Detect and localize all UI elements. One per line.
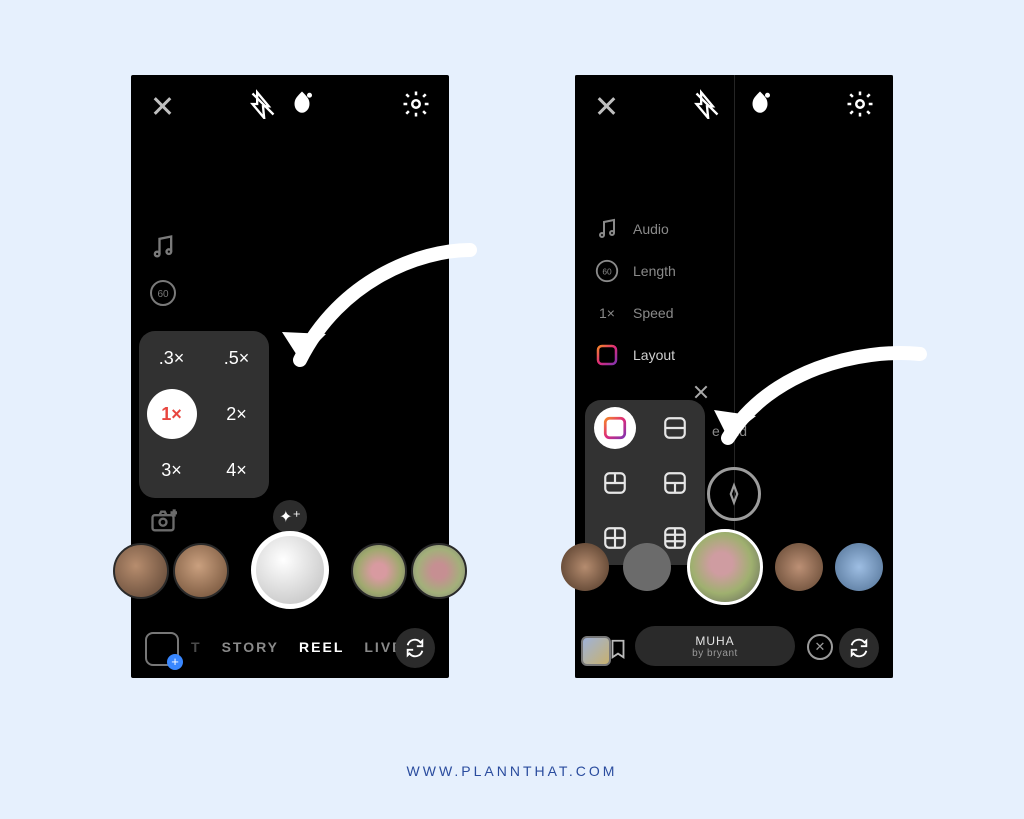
tool-label: Length: [633, 263, 676, 279]
tool-change-grid[interactable]: e grid: [712, 423, 747, 439]
settings-gear-icon[interactable]: [401, 89, 431, 119]
bookmark-icon[interactable]: [607, 638, 629, 660]
phone-speed-screenshot: 60 .3× .5× 1× 2× 3× 4× + ✦⁺ T STORY REEL…: [131, 75, 449, 678]
top-bar: [575, 75, 893, 135]
shutter-button[interactable]: [251, 531, 329, 609]
settings-gear-icon[interactable]: [845, 89, 875, 119]
speed-icon: 1×: [593, 299, 621, 327]
speed-option-4x[interactable]: 4×: [212, 445, 262, 495]
effect-thumb[interactable]: [623, 543, 671, 591]
tool-label: Audio: [633, 221, 669, 237]
speed-option-0.5x[interactable]: .5×: [212, 334, 262, 384]
effect-thumb[interactable]: [113, 543, 169, 599]
close-panel-icon[interactable]: [691, 382, 711, 402]
tool-layout[interactable]: Layout: [593, 341, 675, 369]
close-icon[interactable]: [149, 93, 175, 119]
tool-label: Layout: [633, 347, 675, 363]
effects-sparkle-button[interactable]: ✦⁺: [273, 500, 307, 534]
speed-option-0.3x[interactable]: .3×: [147, 334, 197, 384]
close-icon[interactable]: [593, 93, 619, 119]
svg-text:+: +: [171, 507, 177, 519]
effect-thumb-selected[interactable]: [687, 529, 763, 605]
effects-icon[interactable]: [745, 89, 775, 119]
length-icon[interactable]: 60: [149, 279, 177, 312]
effect-name: MUHA: [695, 634, 734, 648]
camera-switch-icon[interactable]: [395, 628, 435, 668]
tool-length[interactable]: 60 Length: [593, 257, 676, 285]
mode-story[interactable]: STORY: [222, 639, 279, 655]
effect-author: by bryant: [692, 648, 738, 659]
camera-switch-icon[interactable]: [839, 628, 879, 668]
layout-option-3b[interactable]: [654, 462, 696, 504]
watermark-url: WWW.PLANNTHAT.COM: [407, 763, 618, 779]
layout-icon: [593, 341, 621, 369]
tool-speed[interactable]: 1× Speed: [593, 299, 673, 327]
layout-option-3a[interactable]: [594, 462, 636, 504]
speed-option-3x[interactable]: 3×: [147, 445, 197, 495]
effect-name-pill[interactable]: MUHA by bryant: [635, 626, 795, 666]
mode-reel[interactable]: REEL: [299, 639, 344, 655]
tool-label: Speed: [633, 305, 673, 321]
effect-thumb[interactable]: [411, 543, 467, 599]
tool-audio[interactable]: Audio: [593, 215, 669, 243]
effect-thumb[interactable]: [561, 543, 609, 591]
phone-layout-screenshot: Audio 60 Length 1× Speed Layout e grid: [575, 75, 893, 678]
effect-thumb[interactable]: [835, 543, 883, 591]
mode-t[interactable]: T: [191, 639, 202, 655]
top-bar: [131, 75, 449, 135]
camera-plus-icon[interactable]: +: [149, 507, 177, 540]
effect-thumb[interactable]: [775, 543, 823, 591]
layout-option-2col[interactable]: [594, 407, 636, 449]
flash-off-icon[interactable]: [249, 89, 277, 119]
effects-carousel[interactable]: [575, 525, 893, 605]
svg-text:60: 60: [157, 289, 169, 300]
speed-panel: .3× .5× 1× 2× 3× 4×: [139, 331, 269, 498]
speed-option-2x[interactable]: 2×: [212, 389, 262, 439]
audio-icon: [593, 215, 621, 243]
svg-text:60: 60: [602, 267, 612, 277]
effect-thumb[interactable]: [173, 543, 229, 599]
flash-off-icon[interactable]: [693, 89, 721, 119]
audio-icon[interactable]: [149, 233, 177, 266]
tool-label: e grid: [712, 423, 747, 439]
speed-option-1x[interactable]: 1×: [147, 389, 197, 439]
effects-icon[interactable]: [287, 89, 317, 119]
compass-icon[interactable]: [707, 467, 761, 521]
effect-thumb[interactable]: [351, 543, 407, 599]
clear-effect-icon[interactable]: ✕: [807, 634, 833, 660]
layout-option-2row[interactable]: [654, 407, 696, 449]
length-icon: 60: [593, 257, 621, 285]
